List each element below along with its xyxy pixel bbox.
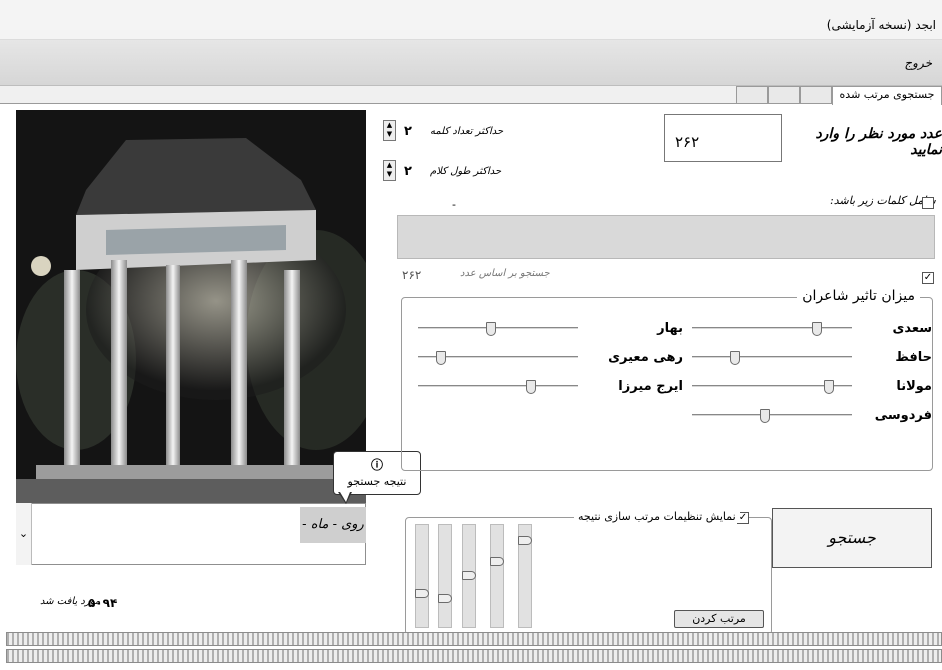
menu-exit[interactable]: خروج <box>904 56 932 70</box>
slider-thumb[interactable] <box>760 409 770 423</box>
slider-thumb[interactable] <box>490 557 504 566</box>
count-input[interactable]: ۲۶۲ <box>664 114 782 162</box>
sort-button[interactable]: مرتب کردن <box>674 610 764 628</box>
hafez-tomb-image <box>16 110 366 503</box>
slider-track <box>692 414 852 417</box>
slider-thumb[interactable] <box>462 571 476 580</box>
slider-thumb[interactable] <box>824 380 834 394</box>
tab-2[interactable] <box>800 86 832 103</box>
sort-weight-slider[interactable] <box>415 524 429 628</box>
found-label: مورد یافت شد <box>40 596 101 607</box>
tooltip-text: نتیجه جستجو <box>347 475 407 488</box>
tooltip-tail-inner <box>340 492 350 502</box>
result-hint: جستجو بر اساس عدد <box>460 268 550 279</box>
influence-slider[interactable] <box>692 322 852 336</box>
include-words-label: شامل کلمات زیر باشد: <box>830 194 936 207</box>
tab-3[interactable] <box>768 86 800 103</box>
chevron-down-icon[interactable]: ⌄ <box>16 503 32 565</box>
include-words-checkbox[interactable] <box>922 197 934 209</box>
max-words-value[interactable]: ۲ <box>400 124 416 139</box>
max-length-value[interactable]: ۲ <box>400 164 416 179</box>
poet-label: رهی معیری <box>608 350 683 365</box>
slider-track <box>418 385 578 388</box>
include-words-textarea[interactable] <box>397 215 935 259</box>
slider-track <box>692 356 852 359</box>
poets-group-title: میزان تاثیر شاعران <box>797 288 920 304</box>
max-length-label: حداکثر طول کلام <box>430 166 502 177</box>
influence-slider[interactable] <box>418 322 578 336</box>
count-label: عدد مورد نظر را وارد نمایید <box>815 126 942 158</box>
slider-thumb[interactable] <box>438 594 452 603</box>
max-words-stepper[interactable]: ▲ ▼ <box>383 120 396 141</box>
option-checkbox[interactable]: ✓ <box>922 272 934 284</box>
slider-thumb[interactable] <box>812 322 822 336</box>
dash-text: - <box>452 198 456 211</box>
tab-strip: جستجوی مرتب شده <box>0 86 942 105</box>
progress-bar-2 <box>6 649 942 663</box>
sort-weight-slider[interactable] <box>490 524 504 628</box>
sort-weight-slider[interactable] <box>518 524 532 628</box>
sort-weight-slider[interactable] <box>462 524 476 628</box>
slider-thumb[interactable] <box>730 351 740 365</box>
menu-bar: خروج <box>0 40 942 86</box>
slider-thumb[interactable] <box>526 380 536 394</box>
show-sort-settings-label: نمایش تنظیمات مرتب سازی نتیجه <box>574 510 740 523</box>
max-length-stepper[interactable]: ▲ ▼ <box>383 160 396 181</box>
slider-thumb[interactable] <box>436 351 446 365</box>
slider-track <box>692 327 852 330</box>
result-number: ۲۶۲ <box>402 268 422 282</box>
poet-label: سعدی <box>892 321 932 336</box>
max-words-label: حداکثر تعداد کلمه <box>430 126 504 137</box>
slider-track <box>418 327 578 330</box>
sort-weight-slider[interactable] <box>438 524 452 628</box>
progress-bar-1 <box>6 632 942 646</box>
result-combo-selected: روی - ماه - <box>300 507 366 543</box>
window-title: ابجد (نسخه آزمایشی) <box>826 18 936 32</box>
search-button[interactable]: جستجو <box>772 508 932 568</box>
tab-4[interactable] <box>736 86 768 103</box>
poet-label: فردوسی <box>874 408 932 423</box>
poet-label: حافظ <box>895 350 932 365</box>
influence-slider[interactable] <box>418 351 578 365</box>
tab-sorted-search[interactable]: جستجوی مرتب شده <box>832 86 942 105</box>
influence-slider[interactable] <box>692 351 852 365</box>
slider-thumb[interactable] <box>415 589 429 598</box>
window-titlebar: ابجد (نسخه آزمایشی) <box>0 0 942 40</box>
influence-slider[interactable] <box>692 380 852 394</box>
slider-thumb[interactable] <box>518 536 532 545</box>
poet-label: مولانا <box>896 379 932 394</box>
poet-label: بهار <box>657 321 683 336</box>
poet-label: ایرج میرزا <box>618 379 683 394</box>
influence-slider[interactable] <box>692 409 852 423</box>
influence-slider[interactable] <box>418 380 578 394</box>
slider-thumb[interactable] <box>486 322 496 336</box>
